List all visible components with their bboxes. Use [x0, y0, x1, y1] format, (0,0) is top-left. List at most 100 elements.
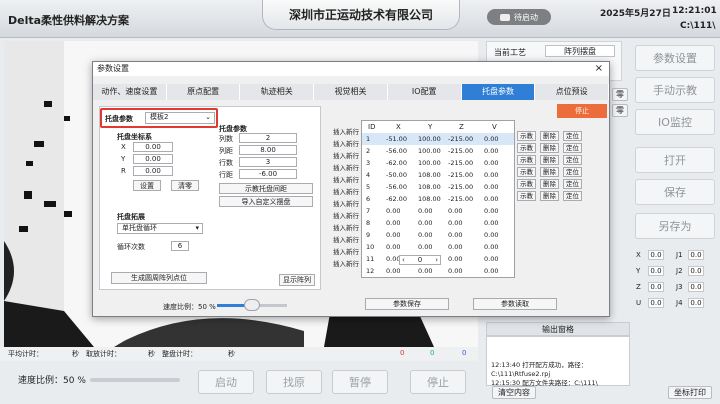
- import-custom-tray-button[interactable]: 导入自定义摆盘: [219, 196, 313, 207]
- insert-row-label[interactable]: 插入新行: [333, 234, 359, 244]
- speed-slider[interactable]: [90, 378, 180, 382]
- home-button[interactable]: 找原: [266, 370, 322, 394]
- cell-x: -62.00: [386, 195, 407, 203]
- table-row[interactable]: 4 -50.00 108.00 -215.00 0.00: [362, 169, 514, 181]
- tab-origin[interactable]: 原点配置: [166, 84, 241, 100]
- expand-mode-select[interactable]: 单托盘循环 ▾: [117, 223, 203, 234]
- row-gap-field[interactable]: -6.00: [239, 169, 297, 179]
- insert-row-label[interactable]: 插入新行: [333, 162, 359, 172]
- row-delete-button[interactable]: 删除: [540, 167, 559, 177]
- chevron-left-icon[interactable]: ‹: [402, 256, 405, 265]
- row-delete-button[interactable]: 删除: [540, 191, 559, 201]
- tab-vision[interactable]: 视觉相关: [314, 84, 388, 100]
- col-gap-field[interactable]: 8.00: [239, 145, 297, 155]
- table-row[interactable]: 6 -62.00 108.00 -215.00 0.00: [362, 193, 514, 205]
- row-delete-button[interactable]: 删除: [540, 155, 559, 165]
- insert-row-label[interactable]: 插入新行: [333, 150, 359, 160]
- save-as-button[interactable]: 另存为: [635, 213, 715, 239]
- cols-field[interactable]: 2: [239, 133, 297, 143]
- cell-v: 0.00: [484, 183, 499, 191]
- pause-button[interactable]: 暂停: [332, 370, 388, 394]
- dialog-stop-button[interactable]: 停止: [557, 104, 607, 118]
- table-row[interactable]: 9 0.00 0.00 0.00 0.00: [362, 229, 514, 241]
- page-stepper[interactable]: ‹ 0 ›: [399, 255, 441, 265]
- params-read-button[interactable]: 参数读取: [473, 298, 557, 310]
- row-delete-button[interactable]: 删除: [540, 131, 559, 141]
- table-row[interactable]: 1 -51.00 100.00 -215.00 0.00: [362, 133, 514, 145]
- insert-row-label[interactable]: 插入新行: [333, 210, 359, 220]
- row-teach-button[interactable]: 示教: [517, 143, 536, 153]
- insert-row-label[interactable]: 插入新行: [333, 222, 359, 232]
- chevron-right-icon[interactable]: ›: [435, 256, 438, 265]
- io-monitor-button[interactable]: IO监控: [635, 109, 715, 135]
- row-delete-button[interactable]: 删除: [540, 179, 559, 189]
- cell-id: 12: [366, 267, 375, 275]
- table-row[interactable]: 3 -62.00 100.00 -215.00 0.00: [362, 157, 514, 169]
- table-row[interactable]: 8 0.00 0.00 0.00 0.00: [362, 217, 514, 229]
- row-teach-button[interactable]: 示教: [517, 167, 536, 177]
- print-coords-button[interactable]: 坐标打印: [668, 386, 712, 399]
- table-row[interactable]: 10 0.00 0.00 0.00 0.00: [362, 241, 514, 253]
- row-locate-button[interactable]: 定位: [563, 191, 582, 201]
- params-save-button[interactable]: 参数保存: [365, 298, 449, 310]
- close-icon[interactable]: ×: [595, 63, 603, 74]
- open-button[interactable]: 打开: [635, 147, 715, 173]
- run-state-button[interactable]: 待启动: [487, 9, 551, 25]
- table-row[interactable]: 7 0.00 0.00 0.00 0.00: [362, 205, 514, 217]
- set-coord-button[interactable]: 设置: [133, 180, 161, 191]
- insert-row-label[interactable]: 插入新行: [333, 138, 359, 148]
- row-locate-button[interactable]: 定位: [563, 143, 582, 153]
- cell-id: 9: [366, 231, 371, 239]
- row-teach-button[interactable]: 示教: [517, 191, 536, 201]
- row-locate-button[interactable]: 定位: [563, 179, 582, 189]
- output-log: 12:13:40 打开配方成功，路径：C:\111\Rtfuse2.rpj 12…: [486, 336, 630, 387]
- row-teach-button[interactable]: 示教: [517, 155, 536, 165]
- table-row[interactable]: 12 0.00 0.00 0.00 0.00: [362, 265, 514, 277]
- coord-r-field[interactable]: 0.00: [133, 166, 173, 176]
- clear-coord-button[interactable]: 清零: [171, 180, 199, 191]
- coord-x-field[interactable]: 0.00: [133, 142, 173, 152]
- path-display: C:\111\: [680, 21, 716, 31]
- tab-trajectory[interactable]: 轨迹相关: [240, 84, 315, 100]
- show-array-button[interactable]: 显示阵列: [279, 274, 315, 286]
- tab-tray[interactable]: 托盘参数: [461, 84, 536, 100]
- generate-circle-array-button[interactable]: 生成圆周阵列点位: [111, 272, 207, 284]
- insert-row-label[interactable]: 插入新行: [333, 198, 359, 208]
- rows-field[interactable]: 3: [239, 157, 297, 167]
- row-locate-button[interactable]: 定位: [563, 167, 582, 177]
- current-process-label: 当前工艺: [494, 48, 526, 57]
- start-button[interactable]: 启动: [198, 370, 254, 394]
- row-delete-button[interactable]: 删除: [540, 143, 559, 153]
- tab-point-preset[interactable]: 点位预设: [535, 84, 610, 100]
- tab-io[interactable]: IO配置: [387, 84, 462, 100]
- insert-row-label[interactable]: 插入新行: [333, 174, 359, 184]
- manual-teach-button[interactable]: 手动示教: [635, 77, 715, 103]
- row-teach-button[interactable]: 示教: [517, 131, 536, 141]
- clear-log-button[interactable]: 清空内容: [492, 386, 536, 399]
- table-row[interactable]: 5 -56.00 108.00 -215.00 0.00: [362, 181, 514, 193]
- row-locate-button[interactable]: 定位: [563, 131, 582, 141]
- insert-row-label[interactable]: 插入新行: [333, 258, 359, 268]
- cell-z: -215.00: [448, 183, 474, 191]
- insert-row-label[interactable]: 插入新行: [333, 126, 359, 136]
- stop-button[interactable]: 停止: [410, 370, 466, 394]
- zero-button-2[interactable]: 零: [612, 104, 628, 117]
- company-name: 深圳市正运动技术有限公司: [262, 0, 460, 30]
- params-settings-button[interactable]: 参数设置: [635, 45, 715, 71]
- dialog-title: 参数设置: [93, 62, 609, 76]
- row-locate-button[interactable]: 定位: [563, 155, 582, 165]
- table-row[interactable]: 2 -56.00 100.00 -215.00 0.00: [362, 145, 514, 157]
- cell-v: 0.00: [484, 207, 499, 215]
- cell-v: 0.00: [484, 159, 499, 167]
- row-teach-button[interactable]: 示教: [517, 179, 536, 189]
- teach-tray-gap-button[interactable]: 示教托盘间距: [219, 183, 313, 194]
- slider-handle[interactable]: [244, 299, 260, 311]
- tab-motion-speed[interactable]: 动作、速度设置: [93, 84, 167, 100]
- insert-row-label[interactable]: 插入新行: [333, 186, 359, 196]
- loop-count-field[interactable]: 6: [171, 241, 189, 251]
- insert-row-label[interactable]: 插入新行: [333, 246, 359, 256]
- save-button[interactable]: 保存: [635, 179, 715, 205]
- zero-button-1[interactable]: 零: [612, 88, 628, 101]
- coord-y-field[interactable]: 0.00: [133, 154, 173, 164]
- speed-control-row: 速度比例：50 % 启动 找原 暂停 停止: [0, 365, 478, 399]
